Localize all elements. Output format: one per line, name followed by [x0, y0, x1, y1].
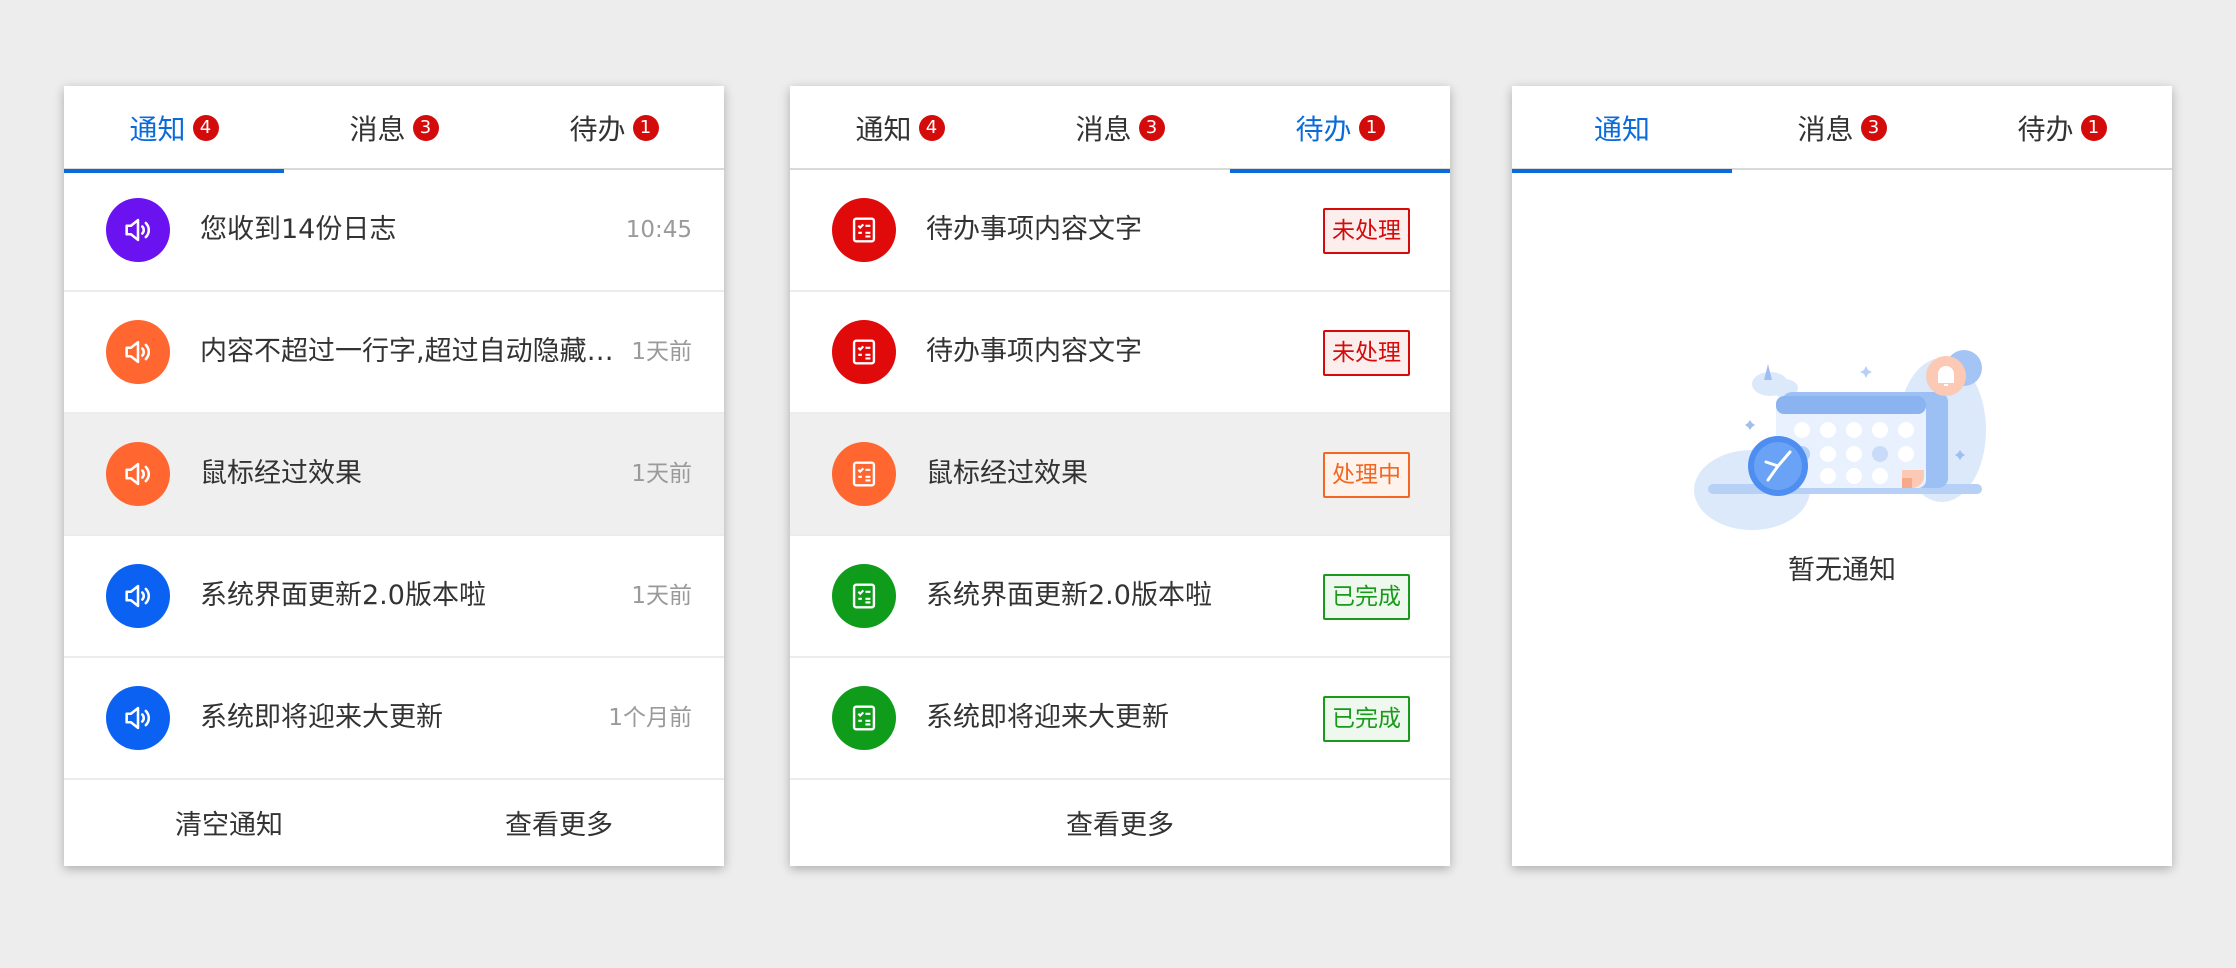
- item-text: 系统即将迎来大更新: [926, 702, 1169, 733]
- list-item[interactable]: 鼠标经过效果 处理中: [790, 414, 1450, 536]
- item-text: 您收到14份日志: [200, 214, 397, 245]
- status-badge: 已完成: [1323, 696, 1410, 742]
- speaker-icon: [106, 686, 170, 750]
- tab-todos[interactable]: 待办 1: [504, 86, 724, 170]
- view-more-button[interactable]: 查看更多: [790, 803, 1450, 842]
- item-text: 鼠标经过效果: [200, 458, 362, 489]
- tab-notifications[interactable]: 通知 4: [64, 86, 284, 173]
- item-text: 待办事项内容文字: [926, 214, 1142, 245]
- speaker-icon: [106, 198, 170, 262]
- notification-panel: 通知 4 消息 3 待办 1 您收到14份日志 10:45 内容不超过一行字,超…: [64, 86, 724, 866]
- status-badge: 未处理: [1323, 330, 1410, 376]
- tab-messages[interactable]: 消息 3: [1010, 86, 1230, 170]
- badge-count: 3: [1138, 115, 1165, 141]
- checklist-icon: [832, 686, 896, 750]
- checklist-icon: [832, 320, 896, 384]
- tab-label: 通知: [1593, 113, 1650, 146]
- badge-count: 4: [192, 115, 219, 141]
- item-text: 系统界面更新2.0版本啦: [200, 580, 486, 611]
- badge-count: 1: [632, 115, 659, 141]
- badge-count: 1: [2080, 115, 2107, 141]
- empty-calendar-illustration: [1694, 350, 1986, 530]
- list-item[interactable]: 待办事项内容文字 未处理: [790, 292, 1450, 414]
- badge-count: 4: [918, 115, 945, 141]
- tab-label: 通知: [129, 113, 186, 146]
- tab-notifications[interactable]: 通知 4: [790, 86, 1010, 170]
- empty-notification-panel: 通知 消息 3 待办 1 暂无通知: [1512, 86, 2172, 866]
- item-time: 1天前: [631, 461, 692, 487]
- list-item[interactable]: 系统即将迎来大更新 已完成: [790, 658, 1450, 780]
- tab-label: 待办: [569, 113, 626, 146]
- list-item[interactable]: 您收到14份日志 10:45: [64, 170, 724, 292]
- badge-count: 3: [1860, 115, 1887, 141]
- checklist-icon: [832, 564, 896, 628]
- todo-list: 待办事项内容文字 未处理 待办事项内容文字 未处理 鼠标经过效果 处理中 系统界…: [790, 170, 1450, 780]
- checklist-icon: [832, 198, 896, 262]
- item-text: 内容不超过一行字,超过自动隐藏内容不超过一行字: [200, 336, 620, 367]
- tab-messages[interactable]: 消息 3: [1732, 86, 1952, 170]
- tab-todos[interactable]: 待办 1: [1230, 86, 1450, 173]
- tab-messages[interactable]: 消息 3: [284, 86, 504, 170]
- tab-label: 通知: [855, 113, 912, 146]
- speaker-icon: [106, 442, 170, 506]
- tab-bar: 通知 4 消息 3 待办 1: [64, 86, 724, 173]
- view-more-button[interactable]: 查看更多: [394, 803, 724, 842]
- tab-label: 待办: [2017, 113, 2074, 146]
- panel-footer: 查看更多: [790, 778, 1450, 866]
- list-item[interactable]: 系统界面更新2.0版本啦 已完成: [790, 536, 1450, 658]
- tab-label: 消息: [1075, 113, 1132, 146]
- tab-label: 消息: [349, 113, 406, 146]
- list-item[interactable]: 待办事项内容文字 未处理: [790, 170, 1450, 292]
- list-item[interactable]: 系统即将迎来大更新 1个月前: [64, 658, 724, 780]
- list-item[interactable]: 内容不超过一行字,超过自动隐藏内容不超过一行字 1天前: [64, 292, 724, 414]
- empty-state-text: 暂无通知: [1788, 555, 1896, 586]
- list-item[interactable]: 鼠标经过效果 1天前: [64, 414, 724, 536]
- checklist-icon: [832, 442, 896, 506]
- tab-bar: 通知 4 消息 3 待办 1: [790, 86, 1450, 173]
- tab-label: 消息: [1797, 113, 1854, 146]
- item-time: 1个月前: [608, 705, 692, 731]
- speaker-icon: [106, 564, 170, 628]
- notification-list: 您收到14份日志 10:45 内容不超过一行字,超过自动隐藏内容不超过一行字 1…: [64, 170, 724, 780]
- item-text: 系统即将迎来大更新: [200, 702, 443, 733]
- panel-footer: 清空通知 查看更多: [64, 778, 724, 866]
- item-time: 1天前: [631, 339, 692, 365]
- status-badge: 未处理: [1323, 208, 1410, 254]
- status-badge: 已完成: [1323, 574, 1410, 620]
- tab-label: 待办: [1295, 113, 1352, 146]
- item-text: 系统界面更新2.0版本啦: [926, 580, 1212, 611]
- tab-bar: 通知 消息 3 待办 1: [1512, 86, 2172, 173]
- item-time: 10:45: [625, 217, 692, 243]
- tab-notifications[interactable]: 通知: [1512, 86, 1732, 173]
- badge-count: 1: [1358, 115, 1385, 141]
- badge-count: 3: [412, 115, 439, 141]
- status-badge: 处理中: [1323, 452, 1410, 498]
- item-time: 1天前: [631, 583, 692, 609]
- todo-panel: 通知 4 消息 3 待办 1 待办事项内容文字 未处理 待办事项内容文字 未处理: [790, 86, 1450, 866]
- item-text: 待办事项内容文字: [926, 336, 1142, 367]
- speaker-icon: [106, 320, 170, 384]
- clear-notifications-button[interactable]: 清空通知: [64, 803, 394, 842]
- tab-todos[interactable]: 待办 1: [1952, 86, 2172, 170]
- list-item[interactable]: 系统界面更新2.0版本啦 1天前: [64, 536, 724, 658]
- item-text: 鼠标经过效果: [926, 458, 1088, 489]
